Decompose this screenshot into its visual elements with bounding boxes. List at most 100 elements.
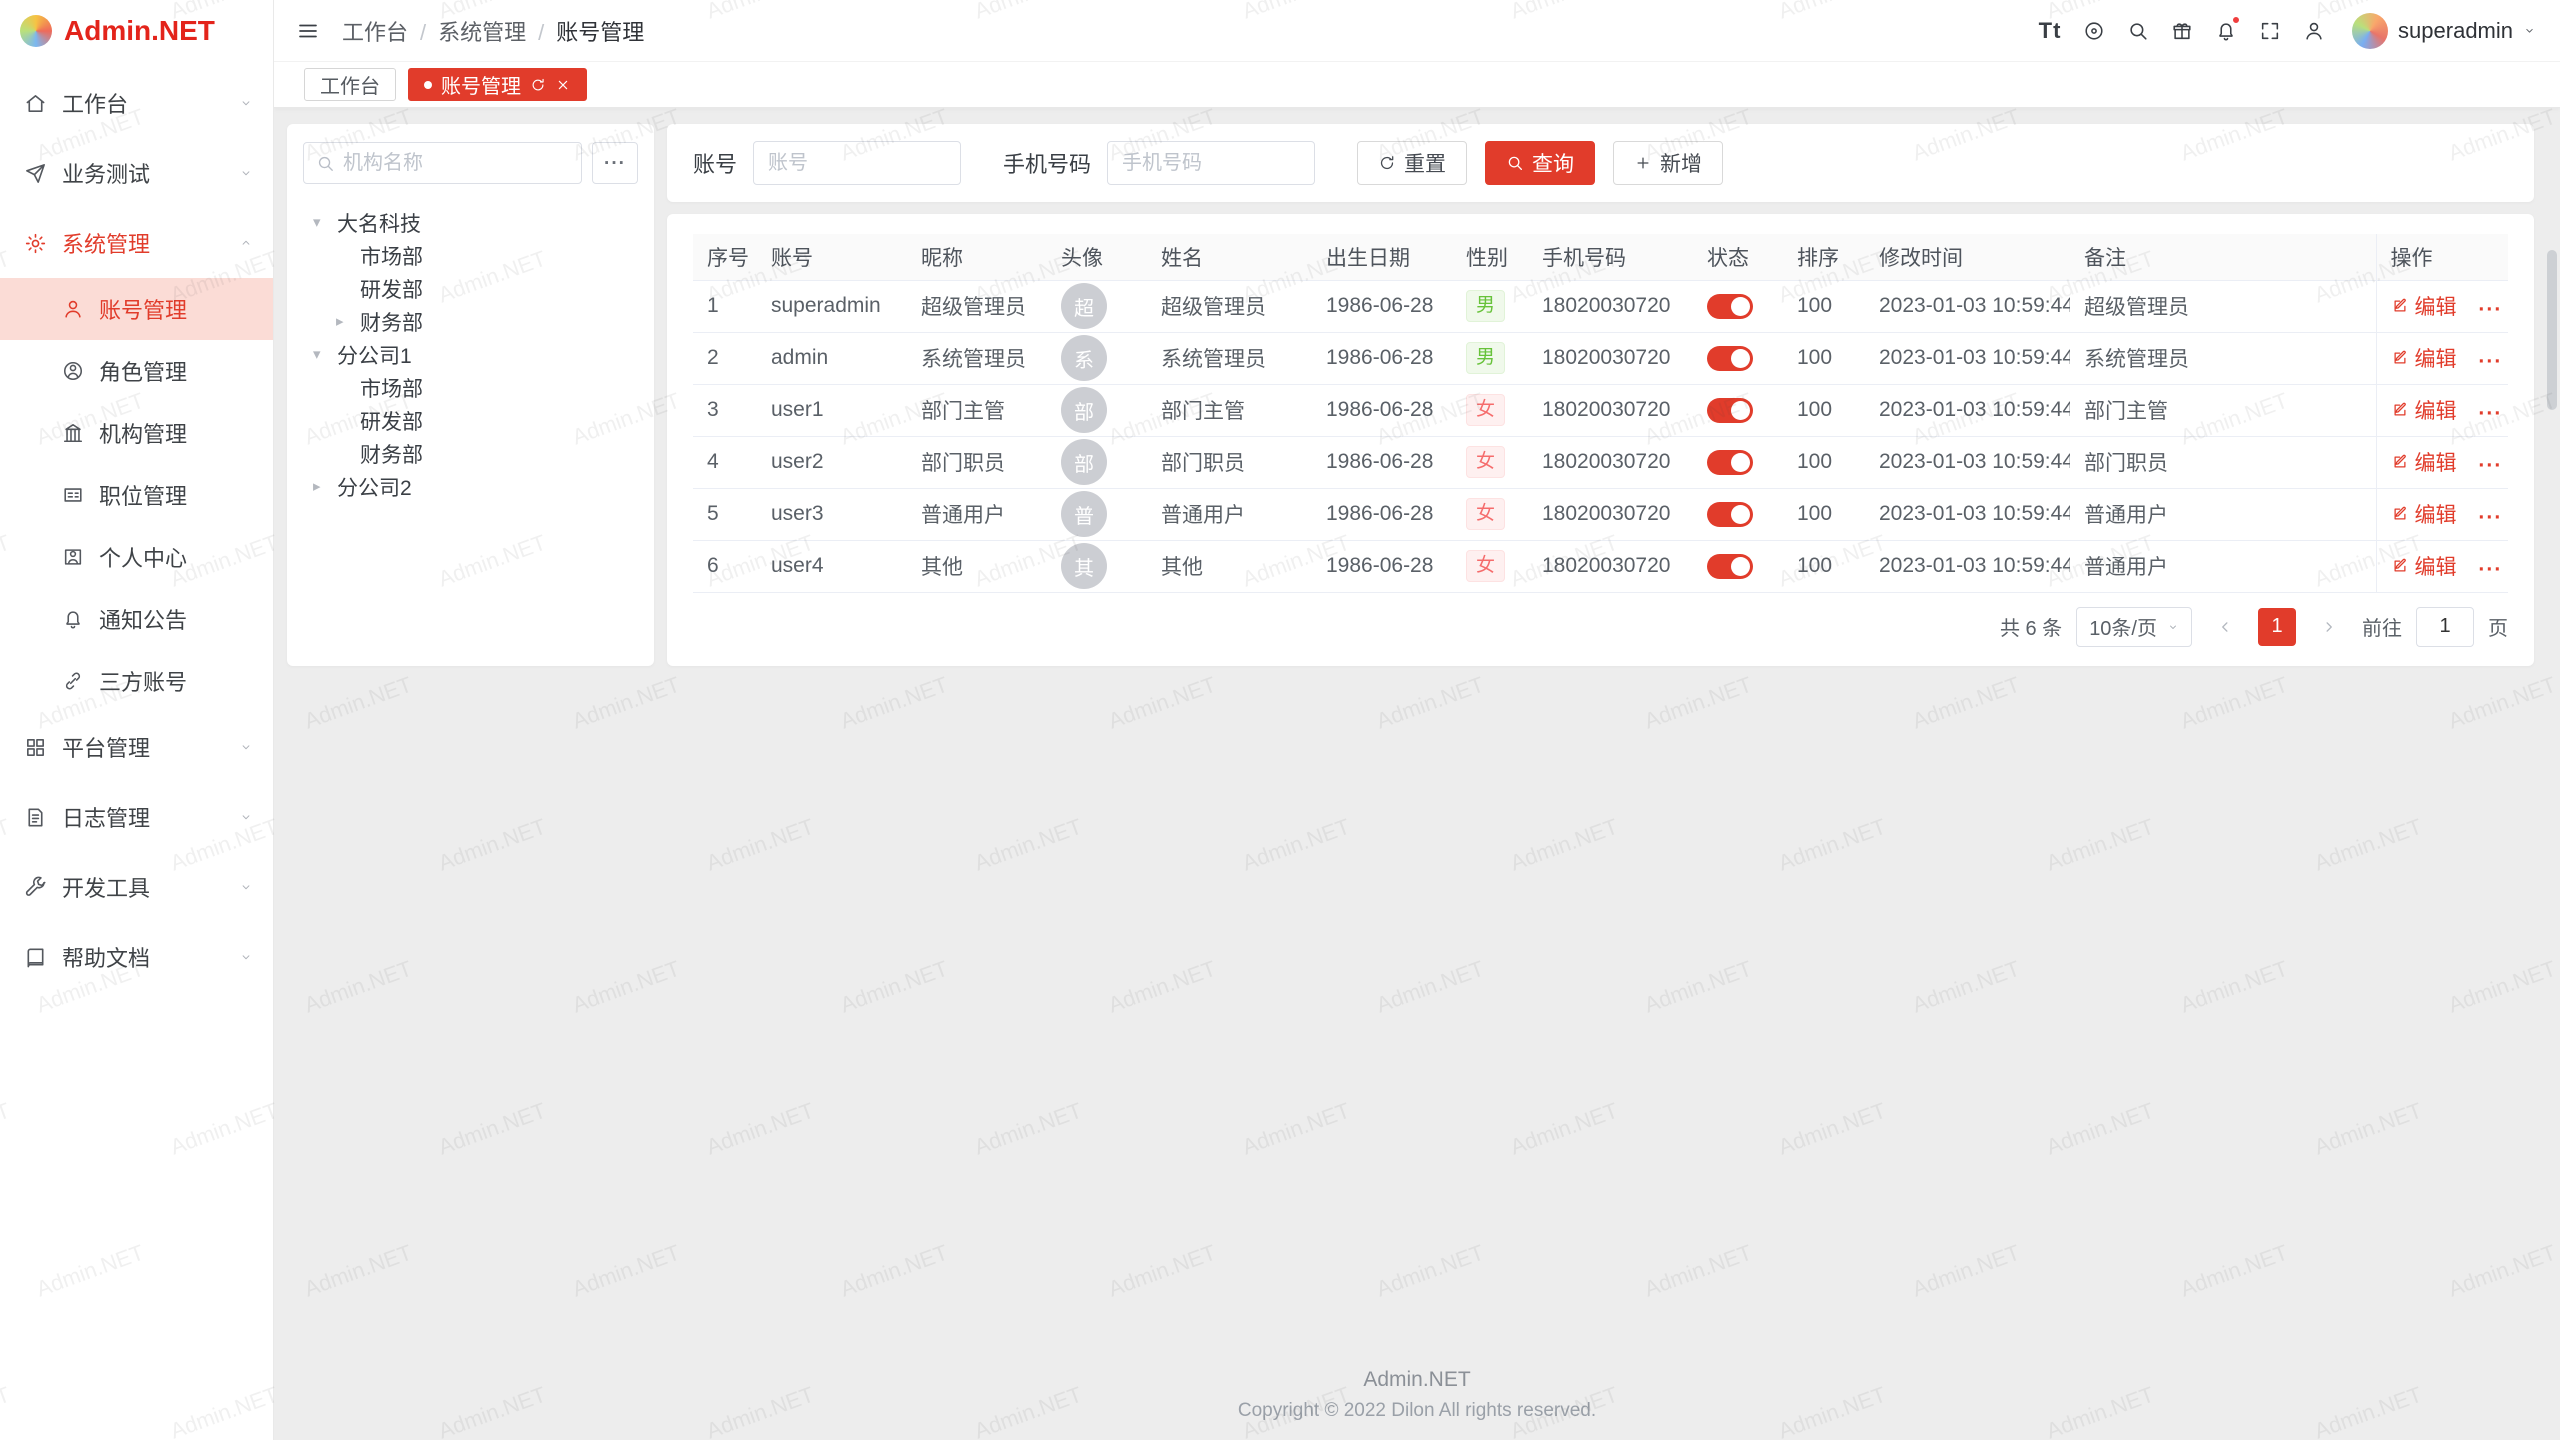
column-header: 修改时间: [1865, 234, 2070, 280]
cell-ops: 编辑 ···: [2376, 384, 2508, 436]
breadcrumb-item[interactable]: 系统管理: [408, 15, 526, 47]
cell-avatar: 普: [1047, 488, 1147, 540]
tree-node[interactable]: ▾ 分公司1: [303, 338, 638, 371]
sidebar-menu-item[interactable]: 工作台: [0, 68, 273, 138]
org-search-input[interactable]: [343, 152, 569, 175]
cell-gender: 女: [1452, 436, 1528, 488]
more-actions-button[interactable]: ···: [2478, 455, 2502, 476]
sidebar-submenu-item-label: 三方账号: [99, 665, 187, 697]
cell-account: superadmin: [757, 280, 907, 332]
tree-node[interactable]: 研发部: [303, 404, 638, 437]
edit-button[interactable]: 编辑: [2391, 395, 2457, 425]
close-icon[interactable]: [555, 77, 571, 93]
scrollbar-thumb[interactable]: [2547, 250, 2557, 410]
reset-button[interactable]: 重置: [1357, 141, 1467, 185]
page-size-select[interactable]: 10条/页: [2076, 607, 2192, 647]
topbar-icon-button[interactable]: [2292, 9, 2336, 53]
status-toggle[interactable]: [1707, 554, 1753, 579]
cell-index: 2: [693, 332, 757, 384]
tree-expand-icon[interactable]: ▾: [313, 215, 337, 230]
sidebar-submenu-item[interactable]: 三方账号: [0, 650, 273, 712]
breadcrumb-item[interactable]: 工作台: [342, 15, 408, 47]
status-toggle[interactable]: [1707, 502, 1753, 527]
sidebar-submenu-item[interactable]: 账号管理: [0, 278, 273, 340]
more-actions-button[interactable]: ···: [2478, 299, 2502, 320]
next-page-button[interactable]: [2310, 608, 2348, 646]
add-button[interactable]: 新增: [1613, 141, 1723, 185]
tree-expand-icon[interactable]: ▾: [313, 347, 337, 362]
edit-button[interactable]: 编辑: [2391, 499, 2457, 529]
topbar-icon-button[interactable]: Tt: [2028, 9, 2072, 53]
view-tab[interactable]: 账号管理: [408, 68, 587, 101]
user-menu[interactable]: superadmin: [2352, 13, 2536, 49]
avatar: 系: [1061, 335, 1107, 381]
tree-node-label: 财务部: [360, 439, 423, 469]
topbar-icon-button[interactable]: [2160, 9, 2204, 53]
cell-sort: 100: [1783, 384, 1865, 436]
sidebar-submenu-item[interactable]: 角色管理: [0, 340, 273, 402]
topbar-icon-button[interactable]: [2248, 9, 2292, 53]
tree-expand-icon[interactable]: ▸: [313, 479, 337, 494]
view-tab[interactable]: 工作台: [304, 68, 396, 101]
sidebar-submenu-item[interactable]: 个人中心: [0, 526, 273, 588]
cell-modified: 2023-01-03 10:59:44: [1865, 540, 2070, 592]
caret-closed-icon: ▸: [313, 479, 321, 494]
page-number-button[interactable]: 1: [2258, 608, 2296, 646]
topbar-icon-button[interactable]: [2116, 9, 2160, 53]
edit-button[interactable]: 编辑: [2391, 291, 2457, 321]
tree-node-label: 财务部: [360, 307, 423, 337]
column-header: 手机号码: [1528, 234, 1693, 280]
edit-button[interactable]: 编辑: [2391, 343, 2457, 373]
topbar: 工作台系统管理账号管理 Tt: [274, 0, 2560, 62]
sidebar-menu-item-label: 工作台: [62, 87, 128, 119]
more-actions-button[interactable]: ···: [2478, 403, 2502, 424]
accounts-table: 序号账号昵称头像姓名出生日期性别手机号码状态排序修改时间备注操作 1 super…: [693, 234, 2508, 593]
search-button[interactable]: 查询: [1485, 141, 1595, 185]
tree-node[interactable]: 市场部: [303, 239, 638, 272]
sidebar-submenu-item[interactable]: 通知公告: [0, 588, 273, 650]
account-input[interactable]: [753, 141, 961, 185]
cell-status: [1693, 540, 1783, 592]
sidebar-menu-item[interactable]: 开发工具: [0, 852, 273, 922]
sidebar-menu-item[interactable]: 帮助文档: [0, 922, 273, 992]
edit-button[interactable]: 编辑: [2391, 551, 2457, 581]
cell-sort: 100: [1783, 540, 1865, 592]
tree-node[interactable]: 财务部: [303, 437, 638, 470]
edit-button[interactable]: 编辑: [2391, 447, 2457, 477]
org-more-button[interactable]: ···: [592, 142, 638, 184]
menu-toggle-icon[interactable]: [296, 19, 320, 43]
chevron-down-icon: [239, 810, 253, 824]
status-toggle[interactable]: [1707, 398, 1753, 423]
tree-expand-icon[interactable]: ▸: [336, 314, 360, 329]
breadcrumb-item[interactable]: 账号管理: [526, 15, 644, 47]
gender-tag: 女: [1466, 394, 1505, 426]
topbar-icon-button[interactable]: [2204, 9, 2248, 53]
goto-page-input[interactable]: [2416, 607, 2474, 647]
sidebar-menu-item[interactable]: 日志管理: [0, 782, 273, 852]
gender-tag: 女: [1466, 446, 1505, 478]
refresh-icon[interactable]: [530, 77, 546, 93]
tree-node[interactable]: ▸ 分公司2: [303, 470, 638, 503]
more-actions-button[interactable]: ···: [2478, 351, 2502, 372]
prev-page-button[interactable]: [2206, 608, 2244, 646]
tree-node[interactable]: ▾ 大名科技: [303, 206, 638, 239]
more-actions-button[interactable]: ···: [2478, 559, 2502, 580]
sidebar-menu-item[interactable]: 业务测试: [0, 138, 273, 208]
cell-nickname: 其他: [907, 540, 1047, 592]
sidebar-submenu-item[interactable]: 职位管理: [0, 464, 273, 526]
status-toggle[interactable]: [1707, 450, 1753, 475]
sidebar-submenu-item[interactable]: 机构管理: [0, 402, 273, 464]
caret-open-icon: ▾: [313, 347, 321, 362]
sidebar-menu-item[interactable]: 平台管理: [0, 712, 273, 782]
status-toggle[interactable]: [1707, 294, 1753, 319]
status-toggle[interactable]: [1707, 346, 1753, 371]
more-actions-button[interactable]: ···: [2478, 507, 2502, 528]
tree-node[interactable]: ▸ 财务部: [303, 305, 638, 338]
sidebar-submenu-item-label: 账号管理: [99, 293, 187, 325]
phone-input[interactable]: [1107, 141, 1315, 185]
topbar-icon-button[interactable]: [2072, 9, 2116, 53]
home-icon: [24, 92, 47, 115]
tree-node[interactable]: 市场部: [303, 371, 638, 404]
tree-node[interactable]: 研发部: [303, 272, 638, 305]
sidebar-menu-item[interactable]: 系统管理: [0, 208, 273, 278]
